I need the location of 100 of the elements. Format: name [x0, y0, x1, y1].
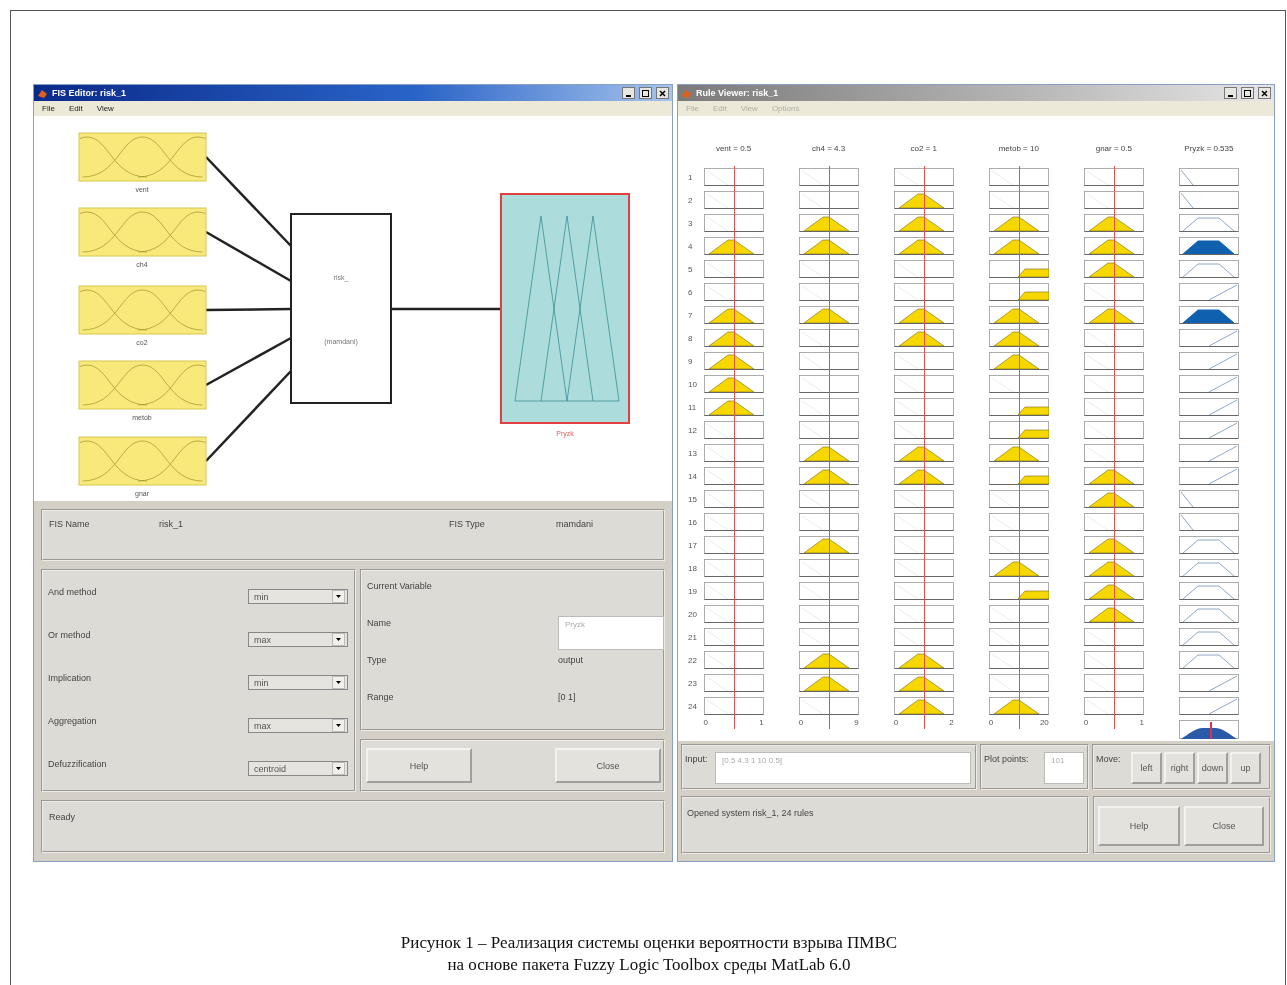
membership-plot[interactable] — [1083, 605, 1144, 624]
empty-plot[interactable] — [798, 697, 859, 716]
membership-plot[interactable] — [988, 421, 1049, 440]
membership-plot[interactable] — [1083, 214, 1144, 233]
output-plot[interactable] — [1178, 398, 1239, 417]
menu-item[interactable]: Edit — [68, 104, 83, 113]
method-dropdown[interactable]: centroid — [248, 761, 348, 776]
membership-plot[interactable] — [893, 329, 954, 348]
close-button[interactable] — [656, 87, 669, 99]
membership-plot[interactable] — [988, 398, 1049, 417]
empty-plot[interactable] — [893, 628, 954, 647]
output-plot[interactable] — [1178, 582, 1239, 601]
membership-plot[interactable] — [1083, 306, 1144, 325]
empty-plot[interactable] — [703, 444, 764, 463]
empty-plot[interactable] — [798, 559, 859, 578]
empty-plot[interactable] — [988, 191, 1049, 210]
membership-plot[interactable] — [893, 214, 954, 233]
membership-plot[interactable] — [893, 306, 954, 325]
membership-plot[interactable] — [703, 306, 764, 325]
move-button[interactable]: down — [1197, 752, 1228, 784]
empty-plot[interactable] — [798, 168, 859, 187]
empty-plot[interactable] — [703, 697, 764, 716]
empty-plot[interactable] — [1083, 398, 1144, 417]
output-plot[interactable] — [1178, 375, 1239, 394]
membership-plot[interactable] — [1083, 559, 1144, 578]
membership-plot[interactable] — [988, 559, 1049, 578]
membership-plot[interactable] — [988, 283, 1049, 302]
output-plot[interactable] — [1178, 444, 1239, 463]
output-plot[interactable] — [1178, 168, 1239, 187]
empty-plot[interactable] — [1083, 513, 1144, 532]
empty-plot[interactable] — [703, 559, 764, 578]
empty-plot[interactable] — [988, 490, 1049, 509]
move-button[interactable]: left — [1131, 752, 1162, 784]
empty-plot[interactable] — [703, 536, 764, 555]
empty-plot[interactable] — [988, 375, 1049, 394]
empty-plot[interactable] — [1083, 651, 1144, 670]
empty-plot[interactable] — [893, 605, 954, 624]
output-plot[interactable] — [1178, 490, 1239, 509]
empty-plot[interactable] — [1083, 697, 1144, 716]
close-button[interactable]: Close — [555, 748, 661, 783]
empty-plot[interactable] — [703, 214, 764, 233]
help-button[interactable]: Help — [1098, 806, 1180, 846]
empty-plot[interactable] — [798, 329, 859, 348]
empty-plot[interactable] — [893, 513, 954, 532]
empty-plot[interactable] — [988, 605, 1049, 624]
output-plot[interactable] — [1178, 237, 1239, 256]
membership-plot[interactable] — [988, 306, 1049, 325]
membership-plot[interactable] — [798, 467, 859, 486]
membership-plot[interactable] — [703, 237, 764, 256]
empty-plot[interactable] — [798, 398, 859, 417]
empty-plot[interactable] — [703, 513, 764, 532]
move-button[interactable]: up — [1230, 752, 1261, 784]
membership-plot[interactable] — [798, 536, 859, 555]
empty-plot[interactable] — [798, 260, 859, 279]
empty-plot[interactable] — [798, 490, 859, 509]
input-node[interactable] — [78, 132, 207, 182]
membership-plot[interactable] — [1083, 536, 1144, 555]
empty-plot[interactable] — [1083, 375, 1144, 394]
empty-plot[interactable] — [703, 467, 764, 486]
empty-plot[interactable] — [703, 283, 764, 302]
membership-plot[interactable] — [893, 467, 954, 486]
empty-plot[interactable] — [1083, 352, 1144, 371]
maximize-button[interactable] — [639, 87, 652, 99]
membership-plot[interactable] — [798, 237, 859, 256]
output-plot[interactable] — [1178, 214, 1239, 233]
empty-plot[interactable] — [893, 536, 954, 555]
empty-plot[interactable] — [1083, 628, 1144, 647]
membership-plot[interactable] — [893, 674, 954, 693]
menu-item[interactable]: File — [42, 104, 55, 113]
input-node[interactable] — [78, 207, 207, 257]
empty-plot[interactable] — [1083, 191, 1144, 210]
method-dropdown[interactable]: min — [248, 675, 348, 690]
membership-plot[interactable] — [703, 329, 764, 348]
membership-plot[interactable] — [893, 697, 954, 716]
membership-plot[interactable] — [893, 651, 954, 670]
output-plot[interactable] — [1178, 674, 1239, 693]
output-plot[interactable] — [1178, 306, 1239, 325]
output-plot[interactable] — [1178, 283, 1239, 302]
empty-plot[interactable] — [703, 260, 764, 279]
system-node[interactable] — [290, 213, 392, 404]
empty-plot[interactable] — [798, 375, 859, 394]
membership-plot[interactable] — [1083, 237, 1144, 256]
output-plot[interactable] — [1178, 536, 1239, 555]
empty-plot[interactable] — [893, 490, 954, 509]
maximize-button[interactable] — [1241, 87, 1254, 99]
empty-plot[interactable] — [1083, 168, 1144, 187]
membership-plot[interactable] — [798, 674, 859, 693]
output-plot[interactable] — [1178, 260, 1239, 279]
membership-plot[interactable] — [988, 260, 1049, 279]
membership-plot[interactable] — [703, 398, 764, 417]
close-button[interactable]: Close — [1184, 806, 1264, 846]
membership-plot[interactable] — [893, 191, 954, 210]
close-button[interactable] — [1258, 87, 1271, 99]
empty-plot[interactable] — [703, 421, 764, 440]
empty-plot[interactable] — [1083, 674, 1144, 693]
empty-plot[interactable] — [1083, 283, 1144, 302]
empty-plot[interactable] — [893, 260, 954, 279]
membership-plot[interactable] — [798, 214, 859, 233]
empty-plot[interactable] — [798, 352, 859, 371]
output-plot[interactable] — [1178, 421, 1239, 440]
